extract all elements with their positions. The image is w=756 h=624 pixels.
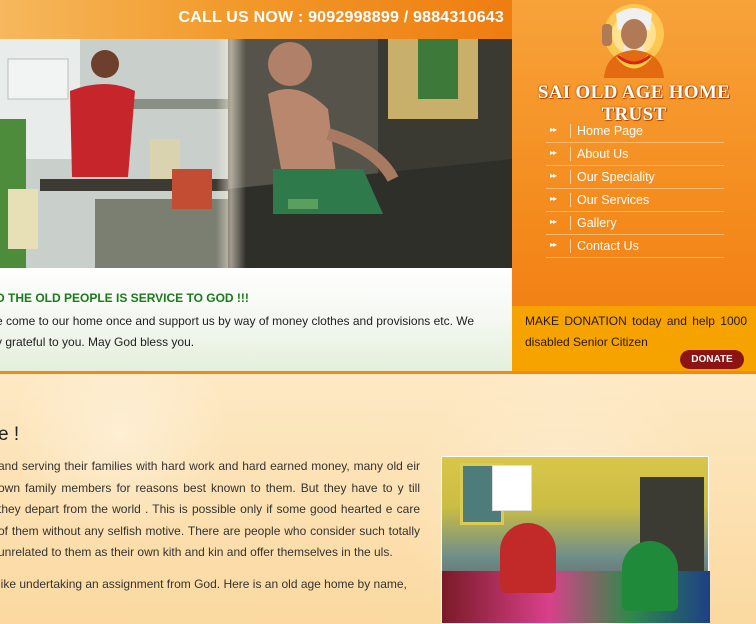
nav-item-home[interactable]: ▸▸ Home Page [546,120,724,143]
logo[interactable]: SAI OLD AGE HOME TRUST [512,0,756,125]
intro-panel: D THE OLD PEOPLE IS SERVICE TO GOD !!! e… [0,268,512,371]
nav-item-gallery[interactable]: ▸▸ Gallery [546,212,724,235]
photo-person [500,523,556,593]
nav-separator [570,216,571,230]
donation-text: MAKE DONATION today and help 1000 disabl… [525,314,747,349]
nav-item-speciality[interactable]: ▸▸ Our Speciality [546,166,724,189]
photo-poster [492,465,532,511]
nav-label[interactable]: Home Page [577,124,643,138]
nav-label[interactable]: Contact Us [577,239,639,253]
sidebar: SAI OLD AGE HOME TRUST ▸▸ Home Page ▸▸ A… [512,0,756,371]
nav-label[interactable]: Gallery [577,216,617,230]
photo-person [622,541,678,611]
section-heading: e ! [0,423,20,445]
nav-item-contact[interactable]: ▸▸ Contact Us [546,235,724,258]
nav-label[interactable]: Our Services [577,193,649,207]
photo-blend [216,39,246,268]
header-bar: CALL US NOW : 9092998899 / 9884310643 [0,0,512,39]
intro-text: e come to our home once and support us b… [0,311,486,353]
banner-photo-right [228,39,512,268]
double-arrow-icon: ▸▸ [550,171,557,180]
nav-separator [570,147,571,161]
double-arrow-icon: ▸▸ [550,125,557,134]
nav-item-services[interactable]: ▸▸ Our Services [546,189,724,212]
call-us-text: CALL US NOW : 9092998899 / 9884310643 [178,9,504,26]
double-arrow-icon: ▸▸ [550,194,557,203]
residents-photo [441,456,710,624]
donate-button[interactable]: DONATE [680,350,744,369]
double-arrow-icon: ▸▸ [550,217,557,226]
article-paragraph-2: like undertaking an assignment from God.… [0,576,407,591]
saint-portrait-icon [602,4,664,78]
banner-photo-left [0,39,228,268]
intro-line-1: e come to our home once and support us b… [0,314,475,328]
article-paragraph-1: and serving their families with hard wor… [0,459,420,560]
nav-separator [570,170,571,184]
nav-separator [570,239,571,253]
nav-separator [570,193,571,207]
article-text: and serving their families with hard wor… [0,456,420,606]
nav-label[interactable]: Our Speciality [577,170,655,184]
nav-item-about[interactable]: ▸▸ About Us [546,143,724,166]
nav-separator [570,124,571,138]
double-arrow-icon: ▸▸ [550,148,557,157]
intro-title: D THE OLD PEOPLE IS SERVICE TO GOD !!! [0,291,249,305]
main-nav: ▸▸ Home Page ▸▸ About Us ▸▸ Our Speciali… [546,120,724,258]
donation-panel: MAKE DONATION today and help 1000 disabl… [512,306,756,371]
nav-label[interactable]: About Us [577,147,628,161]
double-arrow-icon: ▸▸ [550,240,557,249]
intro-line-2: y grateful to you. May God bless you. [0,335,195,349]
